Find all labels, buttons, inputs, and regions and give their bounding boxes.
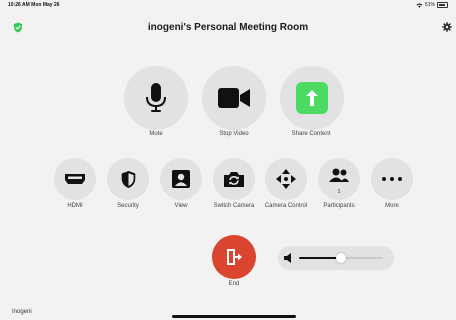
battery-icon (437, 2, 448, 8)
camera-control-button[interactable] (265, 158, 307, 200)
exit-door-icon (227, 249, 242, 265)
share-content-label: Share Content (291, 131, 331, 137)
end-button[interactable] (212, 235, 256, 279)
participants-count: 1 (337, 189, 341, 195)
end-label: End (228, 281, 240, 287)
home-indicator[interactable] (172, 315, 296, 318)
mute-button[interactable] (124, 66, 188, 130)
gear-icon[interactable] (442, 22, 452, 32)
volume-fill (299, 257, 341, 259)
microphone-icon (146, 83, 166, 112)
mute-label: Mute (149, 131, 163, 137)
switch-camera-icon (224, 171, 244, 187)
more-dots-icon (382, 177, 402, 181)
volume-knob[interactable] (336, 253, 346, 263)
hdmi-icon (65, 174, 85, 184)
status-indicators: 51% (416, 2, 448, 8)
footer-brand: Inogeni (12, 309, 32, 315)
shield-icon (121, 170, 135, 188)
battery-percent: 51% (424, 2, 435, 8)
volume-slider[interactable] (278, 246, 394, 270)
person-view-icon (172, 170, 190, 188)
share-arrow-icon (296, 82, 328, 114)
speaker-icon (284, 253, 291, 263)
view-button[interactable] (160, 158, 202, 200)
share-content-button[interactable] (280, 66, 344, 130)
meeting-title: inogeni's Personal Meeting Room (147, 22, 309, 33)
stop-video-button[interactable] (202, 66, 266, 130)
status-bar: 10:26 AM Mon May 26 51% (0, 0, 456, 10)
video-camera-icon (218, 88, 250, 108)
more-button[interactable] (371, 158, 413, 200)
switch-camera-button[interactable] (213, 158, 255, 200)
participants-button[interactable]: 1 (318, 158, 360, 200)
wifi-icon (416, 3, 423, 8)
stop-video-label: Stop Video (219, 131, 249, 137)
hdmi-button[interactable] (54, 158, 96, 200)
security-button[interactable] (107, 158, 149, 200)
status-time: 10:26 AM Mon May 26 (8, 2, 60, 8)
directional-arrows-icon (276, 169, 296, 189)
volume-track[interactable] (299, 253, 383, 263)
people-icon (329, 168, 349, 182)
more-label: More (385, 203, 399, 209)
